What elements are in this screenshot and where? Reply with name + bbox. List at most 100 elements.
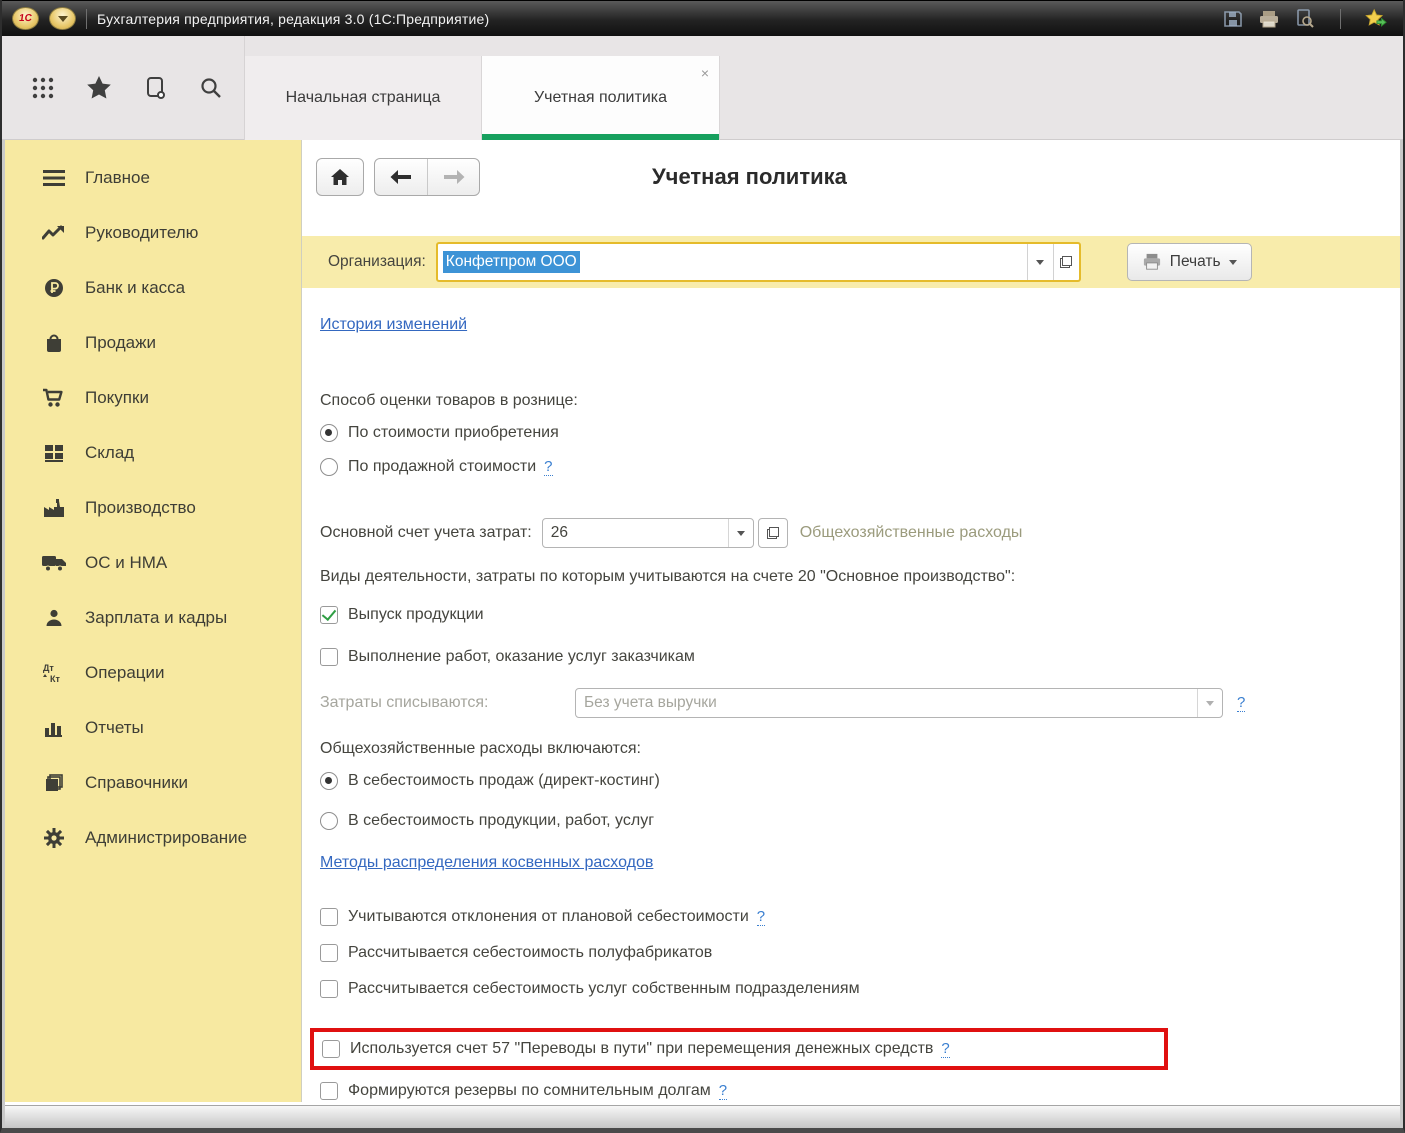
books-icon [39,773,69,793]
cost-account-dropdown-button[interactable] [728,519,753,547]
organization-field[interactable]: Конфетпром ООО [436,242,1081,282]
bag-icon [39,333,69,353]
chevron-down-icon [1036,260,1044,265]
radio-cost-of-acquisition[interactable]: По стоимости приобретения [320,424,559,442]
sidebar-item-sklad[interactable]: Склад [5,425,301,480]
organization-label: Организация: [328,253,426,271]
tab-label: Начальная страница [286,89,441,107]
home-button[interactable] [316,158,364,196]
1c-logo-button[interactable]: 1С [12,7,39,30]
menu-grid-icon[interactable] [28,73,58,103]
chevron-down-icon [58,16,68,22]
cart-icon [39,388,69,408]
favorites-star-icon[interactable] [1365,9,1387,29]
tab-label: Учетная политика [534,89,667,107]
radio-button[interactable] [320,424,338,442]
sidebar-item-glavnoe[interactable]: Главное [5,150,301,205]
organization-strip: Организация: Конфетпром ООО Печать [302,236,1400,288]
truck-icon [39,554,69,572]
radio-button[interactable] [320,458,338,476]
help-link[interactable]: ? [941,1040,949,1058]
help-link[interactable]: ? [544,458,552,476]
gear-icon [39,827,69,849]
back-button[interactable] [375,159,427,195]
tab-home-page[interactable]: Начальная страница [245,56,482,140]
choose-icon [767,527,779,539]
factory-icon [39,498,69,518]
checkbox[interactable] [320,648,338,666]
checkbox[interactable] [320,908,338,926]
checkbox[interactable] [320,944,338,962]
radio-button[interactable] [320,812,338,830]
sidebar-item-administrirovanie[interactable]: Администрирование [5,810,301,865]
print-label: Печать [1170,253,1221,271]
methods-link-row: Методы распределения косвенных расходов [320,854,653,872]
cost-account-choose-button[interactable] [758,518,788,548]
organization-value[interactable]: Конфетпром ООО [443,251,580,273]
window-title: Бухгалтерия предприятия, редакция 3.0 (1… [97,11,489,27]
history-icon[interactable] [140,73,170,103]
retail-valuation-label: Способ оценки товаров в рознице: [320,392,578,410]
main-menu-button[interactable] [49,7,76,30]
writeoff-combo: Без учета выручки [575,688,1223,718]
writeoff-value: Без учета выручки [576,689,1197,717]
sidebar-item-proizvodstvo[interactable]: Производство [5,480,301,535]
checkbox[interactable] [320,1082,338,1100]
cost-account-combo[interactable]: 26 [542,518,754,548]
help-link[interactable]: ? [757,908,765,926]
sidebar-item-rukovoditelyu[interactable]: Руководителю [5,205,301,260]
close-icon[interactable]: × [701,66,709,80]
title-bar: 1С Бухгалтерия предприятия, редакция 3.0… [2,0,1403,36]
checkbox[interactable] [320,606,338,624]
cost-account-row: Основной счет учета затрат: 26 Общехозяй… [320,518,1022,548]
checkbox-works-services[interactable]: Выполнение работ, оказание услуг заказчи… [320,648,695,666]
sidebar-item-zarplata-i-kadry[interactable]: Зарплата и кадры [5,590,301,645]
checkbox-own-departments-services[interactable]: Рассчитывается себестоимость услуг собст… [320,980,860,998]
radio-direct-costing[interactable]: В себестоимость продаж (директ-костинг) [320,772,660,790]
pallet-icon [39,444,69,462]
sidebar-item-spravochniki[interactable]: Справочники [5,755,301,810]
save-icon[interactable] [1222,9,1244,29]
sidebar-item-prodazhi[interactable]: Продажи [5,315,301,370]
home-icon [330,168,350,186]
checkbox[interactable] [322,1040,340,1058]
help-link[interactable]: ? [719,1082,727,1100]
writeoff-row: Затраты списываются: Без учета выручки ? [320,688,1245,718]
radio-sale-value[interactable]: По продажной стоимости ? [320,458,553,476]
titlebar-separator [86,9,87,29]
person-icon [39,608,69,628]
indirect-cost-methods-link[interactable]: Методы распределения косвенных расходов [320,854,653,872]
preview-icon[interactable] [1294,9,1316,29]
forward-button[interactable] [427,159,479,195]
history-changes-link[interactable]: История изменений [320,316,467,334]
checkbox-plan-cost-deviations[interactable]: Учитываются отклонения от плановой себес… [320,908,765,926]
checkbox[interactable] [320,980,338,998]
print-icon[interactable] [1258,9,1280,29]
checkbox-account-57-transfers[interactable]: Используется счет 57 "Переводы в пути" п… [322,1040,950,1058]
radio-cost-of-production[interactable]: В себестоимость продукции, работ, услуг [320,812,654,830]
writeoff-label: Затраты списываются: [320,694,575,712]
menu-icon [39,169,69,187]
checkbox-product-output[interactable]: Выпуск продукции [320,606,484,624]
sidebar-item-otchety[interactable]: Отчеты [5,700,301,755]
radio-button[interactable] [320,772,338,790]
tab-accounting-policy[interactable]: Учетная политика × [482,56,720,140]
sidebar-item-pokupki[interactable]: Покупки [5,370,301,425]
sidebar-item-operacii[interactable]: ДтКт Операции [5,645,301,700]
favorites-icon[interactable] [84,73,114,103]
sidebar-item-bank-i-kassa[interactable]: Банк и касса [5,260,301,315]
cost-account-description: Общехозяйственные расходы [800,524,1023,542]
1c-logo-icon: 1С [18,13,32,24]
sidebar-item-os-i-nma[interactable]: ОС и НМА [5,535,301,590]
forward-arrow-icon [443,170,465,184]
organization-dropdown-button[interactable] [1027,244,1053,280]
cost-account-value[interactable]: 26 [543,519,728,547]
trend-icon [39,224,69,242]
organization-choose-button[interactable] [1053,244,1079,280]
checkbox-doubtful-debts-reserves[interactable]: Формируются резервы по сомнительным долг… [320,1082,727,1100]
dtkt-icon: ДтКт [39,662,69,684]
print-button[interactable]: Печать [1127,243,1252,281]
help-link[interactable]: ? [1237,694,1245,712]
checkbox-semifinished-cost[interactable]: Рассчитывается себестоимость полуфабрика… [320,944,712,962]
search-icon[interactable] [196,73,226,103]
